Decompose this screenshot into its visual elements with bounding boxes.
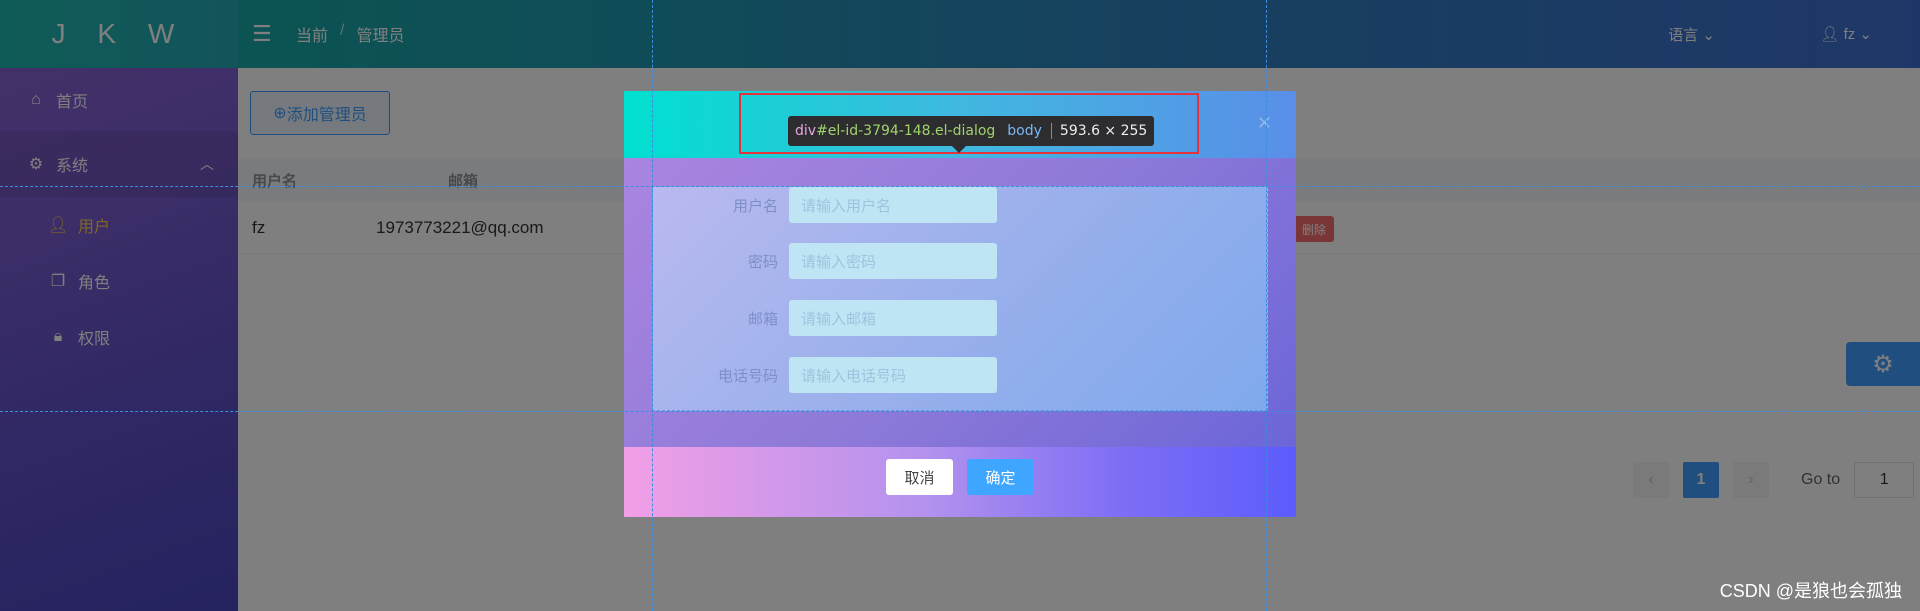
confirm-button[interactable]: 确定 [967,459,1034,495]
phone-input[interactable]: 请输入电话号码 [789,357,997,393]
form-row-email: 邮箱 请输入邮箱 [653,300,1269,336]
username-label: 用户名 [732,197,778,215]
inspector-tag: div [795,123,817,139]
password-label: 密码 [747,253,778,271]
inspector-selector: #el-id-3794-148.el-dialog [816,123,996,139]
phone-label: 电话号码 [717,367,778,385]
email-input[interactable]: 请输入邮箱 [789,300,997,336]
dialog-footer: 取消 确定 [624,447,1296,517]
inspector-guide-line [0,411,1920,412]
inspector-guide-line [652,0,653,611]
add-admin-dialog: ✕ 用户名 请输入用户名 密码 请输入密码 邮箱 请输入邮箱 电话号码 请输入电… [624,91,1296,517]
dialog-form: 用户名 请输入用户名 密码 请输入密码 邮箱 请输入邮箱 电话号码 请输入电话号… [652,186,1268,411]
form-row-phone: 电话号码 请输入电话号码 [653,357,1269,393]
dialog-body: 用户名 请输入用户名 密码 请输入密码 邮箱 请输入邮箱 电话号码 请输入电话号… [624,158,1296,448]
close-icon[interactable]: ✕ [1257,113,1272,134]
inspector-tooltip-arrow [952,146,966,153]
form-row-username: 用户名 请输入用户名 [653,187,1269,223]
inspector-guide-line [1266,0,1267,611]
cancel-button[interactable]: 取消 [886,459,953,495]
inspector-context: body [1007,123,1042,139]
inspector-dimensions: 593.6 × 255 [1050,123,1147,139]
username-input[interactable]: 请输入用户名 [789,187,997,223]
watermark: CSDN @是狼也会孤独 [1719,581,1902,601]
inspector-tooltip: div #el-id-3794-148.el-dialog body 593.6 … [788,116,1155,146]
form-row-password: 密码 请输入密码 [653,243,1269,279]
password-input[interactable]: 请输入密码 [789,243,997,279]
email-label: 邮箱 [747,310,778,328]
inspector-guide-line [0,186,1920,187]
